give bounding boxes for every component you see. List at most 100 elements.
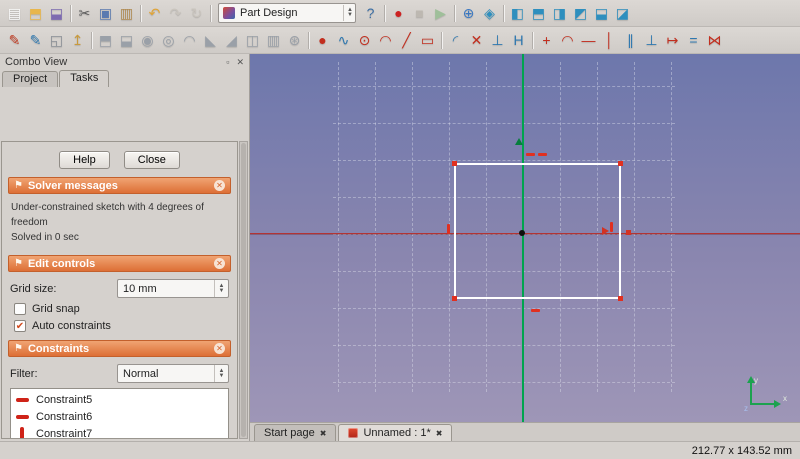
refresh-icon[interactable]: ↻ [186,3,207,24]
grid-line [333,308,675,309]
axis-endpoint-marker[interactable] [626,230,631,235]
pad-icon[interactable]: ⬒ [95,30,116,51]
groove-icon[interactable]: ◎ [158,30,179,51]
tab-tasks[interactable]: Tasks [59,70,109,87]
view-left-icon[interactable]: ◪ [612,3,633,24]
help-button[interactable]: Help [59,151,110,169]
horizontal-constraint-marker[interactable] [526,153,535,156]
view-axonometric-icon[interactable]: ◈ [479,3,500,24]
vertex-handle[interactable] [452,161,457,166]
grid-snap-checkbox[interactable]: Grid snap [2,298,237,315]
create-line-icon[interactable]: ╱ [396,30,417,51]
origin-point[interactable] [519,230,525,236]
copy-icon[interactable]: ▣ [95,3,116,24]
panel-scrollbar[interactable] [239,141,248,439]
grid-line [671,62,672,392]
view-bottom-icon[interactable]: ⬓ [591,3,612,24]
constraint-filter-combobox[interactable]: Normal ▲▼ [117,364,229,383]
draft-icon[interactable]: ◢ [221,30,242,51]
create-sketch-icon[interactable]: ✎ [4,30,25,51]
fillet-icon[interactable]: ◠ [179,30,200,51]
external-geometry-icon[interactable]: ⊥ [487,30,508,51]
checkbox-box [14,303,26,315]
paste-icon[interactable]: ▥ [116,3,137,24]
vertex-handle[interactable] [618,296,623,301]
new-document-icon[interactable]: ▤ [4,3,25,24]
close-button[interactable]: Close [124,151,180,169]
view-rear-icon[interactable]: ◩ [570,3,591,24]
macro-execute-icon[interactable]: ▶ [430,3,451,24]
sketch-rectangle[interactable] [454,163,621,299]
nav-y-axis [750,382,752,404]
constraint-horizontal-icon[interactable]: — [578,30,599,51]
grid-line [634,62,635,392]
collapse-section-icon[interactable]: ✕ [214,343,225,354]
constraint-coincident-icon[interactable]: + [536,30,557,51]
float-panel-icon[interactable]: ▫ [226,57,229,68]
constraint-list-item[interactable]: Constraint6 [13,408,226,425]
reorient-sketch-icon[interactable]: ↥ [67,30,88,51]
grid-line [412,62,413,392]
filter-label: Filter: [10,368,38,380]
tab-project[interactable]: Project [2,71,58,87]
constraint-point-on-object-icon[interactable]: ◠ [557,30,578,51]
zoom-fit-all-icon[interactable]: ⊕ [458,3,479,24]
horizontal-constraint-marker[interactable] [538,153,547,156]
tab-close-icon[interactable]: ✖ [436,429,443,438]
constraint-symmetric-icon[interactable]: ⋈ [704,30,725,51]
view-right-icon[interactable]: ◨ [549,3,570,24]
view-top-icon[interactable]: ⬒ [528,3,549,24]
constraint-parallel-icon[interactable]: ∥ [620,30,641,51]
open-folder-icon[interactable]: ⬒ [25,3,46,24]
constraint-distance-icon[interactable]: ↦ [662,30,683,51]
tab-unnamed-document[interactable]: Unnamed : 1* ✖ [338,424,452,441]
tab-start-page[interactable]: Start page ✖ [254,424,336,441]
nav-z-label: z [744,404,748,413]
macro-stop-icon[interactable]: ■ [409,3,430,24]
chamfer-icon[interactable]: ◣ [200,30,221,51]
auto-constraints-checkbox[interactable]: ✔ Auto constraints [2,315,237,332]
create-polyline-icon[interactable]: ∿ [333,30,354,51]
vertex-handle[interactable] [452,296,457,301]
vertical-constraint-marker[interactable] [610,222,613,232]
trim-edge-icon[interactable]: ✕ [466,30,487,51]
mirrored-icon[interactable]: ◫ [242,30,263,51]
whats-this-icon[interactable]: ? [360,3,381,24]
collapse-section-icon[interactable]: ✕ [214,180,225,191]
tab-close-icon[interactable]: ✖ [320,429,327,438]
horizontal-constraint-marker[interactable] [531,309,540,312]
redo-icon[interactable]: ↷ [165,3,186,24]
constraint-equal-icon[interactable]: = [683,30,704,51]
map-sketch-icon[interactable]: ◱ [46,30,67,51]
constraint-vertical-icon[interactable]: │ [599,30,620,51]
polar-pattern-icon[interactable]: ⊛ [284,30,305,51]
save-icon[interactable]: ⬓ [46,3,67,24]
linear-pattern-icon[interactable]: ▥ [263,30,284,51]
workbench-selector[interactable]: Part Design ▲▼ [218,3,356,23]
constraint-perpendicular-icon[interactable]: ⊥ [641,30,662,51]
edit-sketch-icon[interactable]: ✎ [25,30,46,51]
vertical-constraint-marker[interactable] [447,224,450,234]
vertex-handle[interactable] [618,161,623,166]
collapse-section-icon[interactable]: ✕ [214,258,225,269]
toolbar-separator [91,32,92,49]
create-rectangle-icon[interactable]: ▭ [417,30,438,51]
revolution-icon[interactable]: ◉ [137,30,158,51]
3d-viewport[interactable]: x y z [250,54,800,422]
nav-x-arrow-icon [774,400,781,408]
constraint-list-item[interactable]: Constraint5 [13,391,226,408]
create-arc-icon[interactable]: ◠ [375,30,396,51]
pocket-icon[interactable]: ⬓ [116,30,137,51]
create-circle-icon[interactable]: ⊙ [354,30,375,51]
view-front-icon[interactable]: ◧ [507,3,528,24]
undo-icon[interactable]: ↶ [144,3,165,24]
fillet-sketch-icon[interactable]: ◜ [445,30,466,51]
constraint-list-item[interactable]: Constraint7 [13,425,226,439]
macro-record-icon[interactable]: ● [388,3,409,24]
scrollbar-thumb[interactable] [241,143,246,437]
create-point-icon[interactable]: ● [312,30,333,51]
cut-icon[interactable]: ✂ [74,3,95,24]
close-panel-icon[interactable]: ✕ [236,57,244,68]
toggle-construction-icon[interactable]: H [508,30,529,51]
grid-size-combobox[interactable]: 10 mm ▲▼ [117,279,229,298]
